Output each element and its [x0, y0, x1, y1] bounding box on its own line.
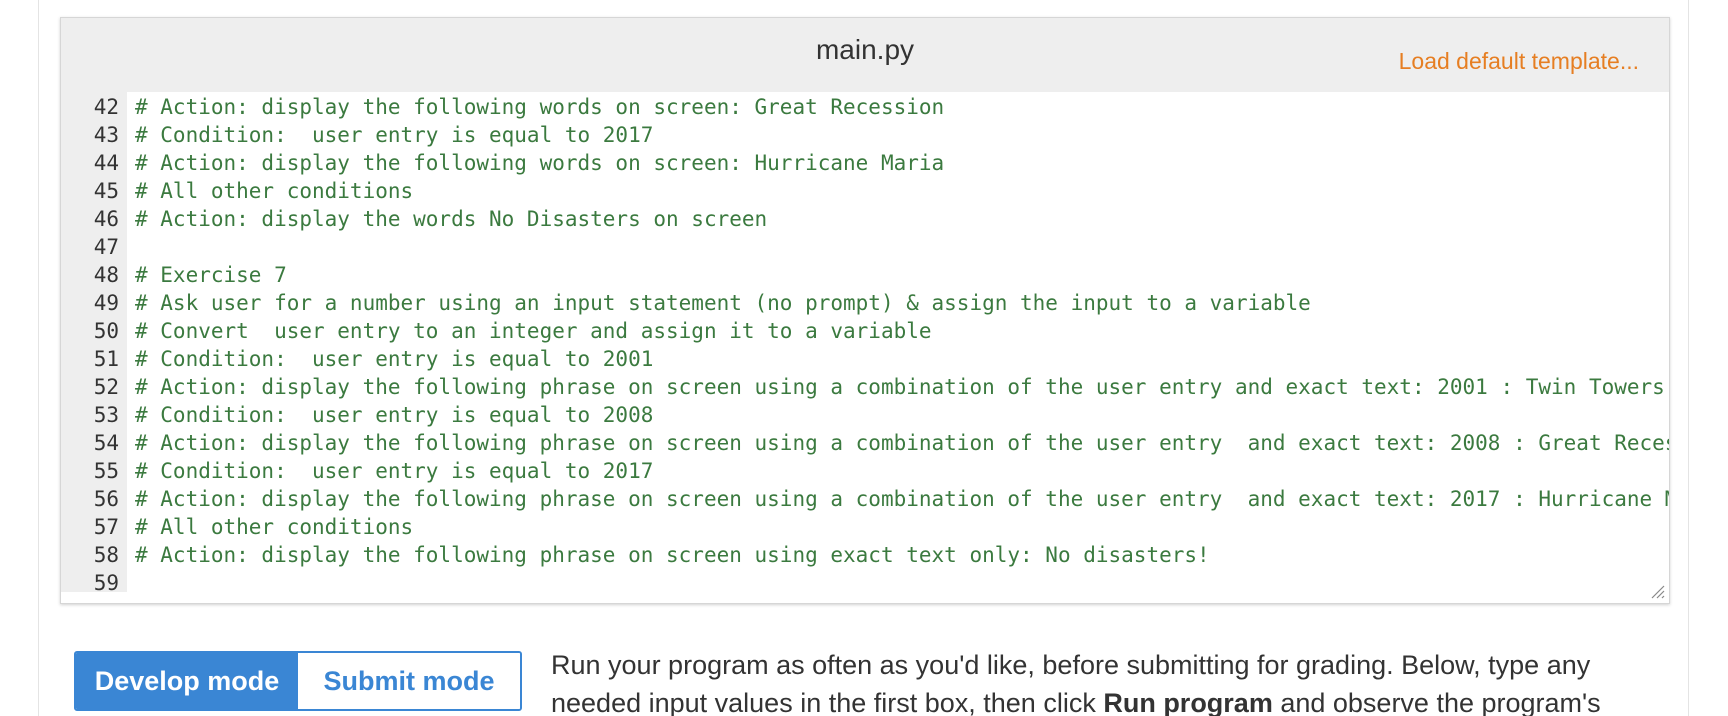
develop-mode-button[interactable]: Develop mode: [76, 653, 298, 709]
code-text: # All other conditions: [135, 179, 414, 203]
code-line[interactable]: 51 # Condition: user entry is equal to 20…: [61, 345, 1669, 373]
code-line[interactable]: 49 # Ask user for a number using an input…: [61, 289, 1669, 317]
code-text: # Condition: user entry is equal to 2001: [135, 347, 654, 371]
line-number: 59: [93, 571, 119, 592]
code-line[interactable]: 45 # All other conditions: [61, 177, 1669, 205]
code-line[interactable]: 55 # Condition: user entry is equal to 20…: [61, 457, 1669, 485]
card-border-right: [1688, 0, 1689, 716]
line-number: 45: [93, 179, 119, 203]
code-text: # Action: display the following phrase o…: [135, 375, 1665, 399]
mode-toggle: Develop mode Submit mode: [74, 651, 522, 711]
code-text: # Ask user for a number using an input s…: [135, 291, 1311, 315]
line-number: 46: [93, 207, 119, 231]
line-number: 50: [93, 319, 119, 343]
code-text: # Action: display the following phrase o…: [135, 431, 1669, 455]
line-number: 58: [93, 543, 119, 567]
code-text: # Condition: user entry is equal to 2008: [135, 403, 654, 427]
line-number: 48: [93, 263, 119, 287]
code-line[interactable]: 44 # Action: display the following words …: [61, 149, 1669, 177]
code-line[interactable]: 42 # Action: display the following words …: [61, 93, 1669, 121]
line-number: 56: [93, 487, 119, 511]
code-area[interactable]: 42 # Action: display the following words …: [61, 92, 1669, 592]
line-number: 42: [93, 95, 119, 119]
code-text: # Condition: user entry is equal to 2017: [135, 459, 654, 483]
run-program-emphasis: Run program: [1103, 688, 1273, 716]
code-text: # Action: display the following words on…: [135, 151, 945, 175]
code-text: # Action: display the following phrase o…: [135, 543, 1210, 567]
code-text: # All other conditions: [135, 515, 414, 539]
code-line[interactable]: 57 # All other conditions: [61, 513, 1669, 541]
code-text: # Condition: user entry is equal to 2017: [135, 123, 654, 147]
line-number: 51: [93, 347, 119, 371]
page: main.py Load default template... 42 # Act…: [0, 0, 1728, 716]
line-number: 54: [93, 431, 119, 455]
submit-mode-button[interactable]: Submit mode: [298, 653, 520, 709]
line-number: 53: [93, 403, 119, 427]
line-number: 49: [93, 291, 119, 315]
code-line[interactable]: 53 # Condition: user entry is equal to 20…: [61, 401, 1669, 429]
line-number: 55: [93, 459, 119, 483]
code-text: # Action: display the following phrase o…: [135, 487, 1669, 511]
code-text: # Convert user entry to an integer and a…: [135, 319, 932, 343]
code-line[interactable]: 48 # Exercise 7: [61, 261, 1669, 289]
code-line[interactable]: 50 # Convert user entry to an integer and…: [61, 317, 1669, 345]
code-line[interactable]: 43 # Condition: user entry is equal to 20…: [61, 121, 1669, 149]
editor-header: main.py Load default template...: [61, 18, 1669, 92]
line-number: 43: [93, 123, 119, 147]
code-line[interactable]: 54 # Action: display the following phrase…: [61, 429, 1669, 457]
code-line[interactable]: 59: [61, 569, 1669, 592]
run-instructions: Run your program as often as you'd like,…: [551, 646, 1671, 716]
line-number: 57: [93, 515, 119, 539]
code-editor: main.py Load default template... 42 # Act…: [60, 17, 1670, 604]
code-text: # Action: display the following words on…: [135, 95, 945, 119]
instructions-text-2: and observe the program's: [1272, 688, 1601, 716]
line-number: 47: [93, 235, 119, 259]
code-line[interactable]: 58 # Action: display the following phrase…: [61, 541, 1669, 569]
code-lines[interactable]: 42 # Action: display the following words …: [61, 93, 1669, 592]
code-line[interactable]: 52 # Action: display the following phrase…: [61, 373, 1669, 401]
code-line[interactable]: 56 # Action: display the following phrase…: [61, 485, 1669, 513]
code-text: # Exercise 7: [135, 263, 287, 287]
line-number: 44: [93, 151, 119, 175]
line-number: 52: [93, 375, 119, 399]
code-line[interactable]: 47: [61, 233, 1669, 261]
code-text: # Action: display the words No Disasters…: [135, 207, 768, 231]
card-border-left: [38, 0, 39, 716]
code-line[interactable]: 46 # Action: display the words No Disaste…: [61, 205, 1669, 233]
resize-handle-icon[interactable]: [1649, 583, 1665, 599]
load-default-template-link[interactable]: Load default template...: [1399, 48, 1639, 75]
